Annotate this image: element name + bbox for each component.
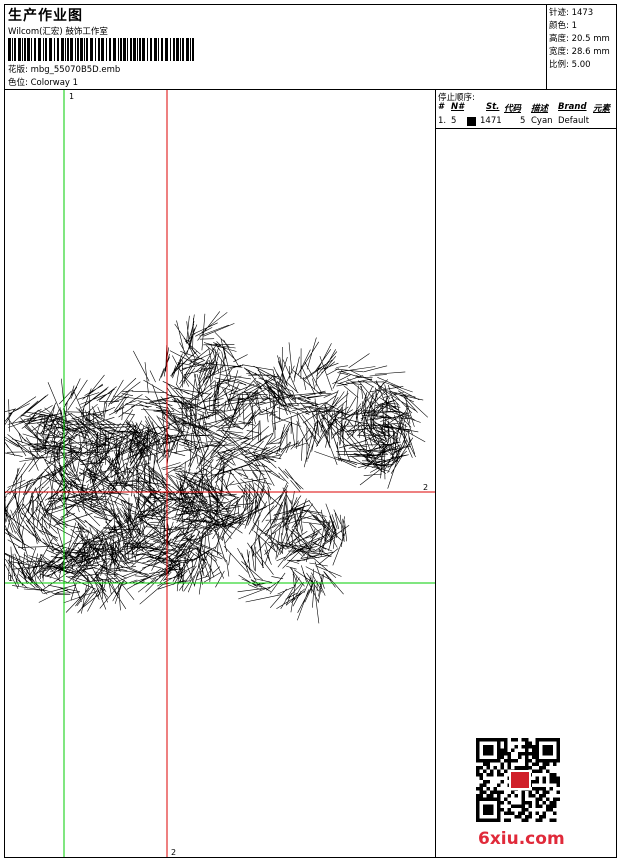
worksheet: 生产作业图 Wilcom(汇宏) 鼓饰工作室 花版: mbg_55070B5D.… bbox=[0, 4, 618, 858]
row-code: 5 bbox=[520, 116, 526, 126]
red-horizontal-label: 2 bbox=[423, 483, 428, 492]
row-brand: Default bbox=[558, 116, 590, 126]
scale-value: 5.00 bbox=[571, 60, 591, 70]
subtitle: Wilcom(汇宏) 鼓饰工作室 bbox=[8, 27, 108, 37]
col-desc: 描述 bbox=[531, 104, 549, 114]
col-element: 元素 bbox=[593, 104, 611, 114]
scale-label: 比例: bbox=[549, 60, 569, 70]
design-canvas: 1 1 2 2 bbox=[0, 90, 435, 857]
header-block: 生产作业图 Wilcom(汇宏) 鼓饰工作室 花版: mbg_55070B5D.… bbox=[5, 5, 547, 89]
design-line: 花版: mbg_55070B5D.emb bbox=[8, 63, 120, 75]
colors-label: 颜色: bbox=[549, 21, 569, 31]
stop-sequence-header: # N# St. 代码 描述 Brand 元素 bbox=[436, 102, 616, 114]
stitches-stat: 针迹: 1473 bbox=[549, 6, 593, 18]
embroidery-preview: 1 1 2 2 bbox=[0, 90, 435, 857]
qr-code-icon bbox=[476, 738, 560, 822]
col-num: # bbox=[438, 102, 444, 112]
design-value: mbg_55070B5D.emb bbox=[30, 65, 121, 75]
stitches-label: 针迹: bbox=[549, 8, 569, 18]
site-watermark: 6xiu.com bbox=[478, 829, 565, 849]
row-desc: Cyan bbox=[531, 116, 553, 126]
col-stitches: St. bbox=[486, 102, 500, 112]
colorway-value: Colorway 1 bbox=[30, 78, 79, 88]
color-swatch bbox=[467, 117, 476, 126]
green-vertical-label: 1 bbox=[69, 92, 74, 101]
colors-value: 1 bbox=[571, 21, 577, 31]
barcode-icon bbox=[8, 38, 194, 61]
row-stitches: 1471 bbox=[480, 116, 502, 126]
page-title: 生产作业图 bbox=[8, 8, 83, 24]
row-needle: 5 bbox=[451, 116, 457, 126]
stop-sequence-divider bbox=[436, 128, 616, 129]
stop-sequence-row: 1. 5 1471 5 Cyan Default bbox=[436, 116, 616, 128]
height-label: 高度: bbox=[549, 34, 569, 44]
colorway-line: 色位: Colorway 1 bbox=[8, 76, 78, 88]
height-stat: 高度: 20.5 mm bbox=[549, 32, 610, 44]
stitches-value: 1473 bbox=[571, 8, 594, 18]
col-brand: Brand bbox=[558, 102, 587, 112]
scale-stat: 比例: 5.00 bbox=[549, 58, 591, 70]
col-needle: N# bbox=[451, 102, 465, 112]
width-label: 宽度: bbox=[549, 47, 569, 57]
height-value: 20.5 mm bbox=[571, 34, 610, 44]
design-label: 花版: bbox=[8, 65, 28, 75]
col-code: 代码 bbox=[504, 104, 522, 114]
colorway-label: 色位: bbox=[8, 78, 28, 88]
stats-block: 针迹: 1473 颜色: 1 高度: 20.5 mm 宽度: 28.6 mm 比… bbox=[546, 5, 618, 89]
colors-stat: 颜色: 1 bbox=[549, 19, 577, 31]
width-stat: 宽度: 28.6 mm bbox=[549, 45, 610, 57]
row-num: 1. bbox=[438, 116, 447, 126]
green-horizontal-label: 1 bbox=[8, 574, 13, 583]
width-value: 28.6 mm bbox=[571, 47, 610, 57]
red-vertical-label: 2 bbox=[171, 848, 176, 857]
stitch-artwork bbox=[0, 311, 429, 624]
stitch-lines bbox=[0, 311, 429, 624]
